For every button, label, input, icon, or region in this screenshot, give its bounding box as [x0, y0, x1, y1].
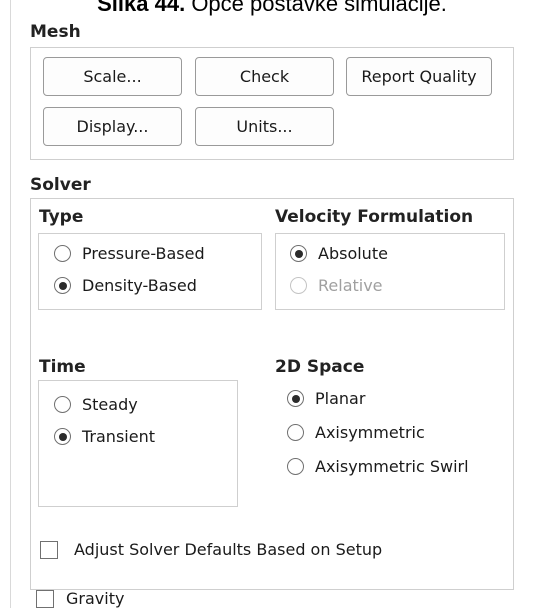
radio-pressure-based[interactable]: Pressure-Based	[54, 244, 205, 263]
radio-axisymmetric-swirl-indicator	[287, 458, 304, 475]
display-button[interactable]: Display...	[43, 107, 182, 146]
radio-transient-label: Transient	[82, 427, 155, 446]
solver-section-title: Solver	[30, 175, 91, 195]
radio-absolute-indicator	[290, 245, 307, 262]
radio-axisymmetric-indicator	[287, 424, 304, 441]
radio-planar-indicator	[287, 390, 304, 407]
mesh-section-title: Mesh	[30, 22, 81, 42]
radio-axisymmetric-swirl[interactable]: Axisymmetric Swirl	[287, 457, 469, 476]
radio-pressure-based-indicator	[54, 245, 71, 262]
radio-relative-indicator	[290, 277, 307, 294]
caption-text: Opće postavke simulacije.	[185, 0, 447, 16]
check-button[interactable]: Check	[195, 57, 334, 96]
radio-planar[interactable]: Planar	[287, 389, 365, 408]
2d-space-title: 2D Space	[275, 357, 365, 377]
radio-axisymmetric[interactable]: Axisymmetric	[287, 423, 425, 442]
report-quality-button[interactable]: Report Quality	[346, 57, 492, 96]
time-group: Steady Transient	[38, 380, 238, 507]
radio-axisymmetric-label: Axisymmetric	[315, 423, 425, 442]
gravity-checkbox[interactable]: Gravity	[36, 589, 124, 608]
caption-number: Slika 44.	[97, 0, 186, 16]
radio-density-based-indicator	[54, 277, 71, 294]
radio-absolute[interactable]: Absolute	[290, 244, 388, 263]
panel-left-border	[10, 0, 11, 608]
velocity-formulation-title: Velocity Formulation	[275, 207, 474, 227]
gravity-box	[36, 589, 54, 608]
radio-steady-indicator	[54, 396, 71, 413]
scale-button[interactable]: Scale...	[43, 57, 182, 96]
radio-planar-label: Planar	[315, 389, 366, 408]
gravity-label: Gravity	[66, 589, 125, 608]
radio-density-based[interactable]: Density-Based	[54, 276, 197, 295]
radio-pressure-based-label: Pressure-Based	[82, 244, 205, 263]
type-title: Type	[39, 207, 84, 227]
radio-transient-indicator	[54, 428, 71, 445]
type-group: Pressure-Based Density-Based	[38, 233, 262, 310]
radio-axisymmetric-swirl-label: Axisymmetric Swirl	[315, 457, 469, 476]
radio-relative[interactable]: Relative	[290, 276, 383, 295]
radio-density-based-label: Density-Based	[82, 276, 197, 295]
adjust-solver-defaults-box	[40, 540, 58, 559]
units-button[interactable]: Units...	[195, 107, 334, 146]
mesh-group: Scale... Check Report Quality Display...…	[30, 47, 514, 160]
figure-caption: Slika 44. Opće postavke simulacije.	[0, 0, 544, 17]
velocity-formulation-group: Absolute Relative	[275, 233, 505, 310]
time-title: Time	[39, 357, 86, 377]
radio-relative-label: Relative	[318, 276, 383, 295]
adjust-solver-defaults-checkbox[interactable]: Adjust Solver Defaults Based on Setup	[40, 540, 382, 559]
adjust-solver-defaults-label: Adjust Solver Defaults Based on Setup	[74, 540, 383, 559]
radio-steady[interactable]: Steady	[54, 395, 138, 414]
radio-absolute-label: Absolute	[318, 244, 388, 263]
solver-group: Type Pressure-Based Density-Based Veloci…	[30, 198, 514, 590]
radio-transient[interactable]: Transient	[54, 427, 155, 446]
radio-steady-label: Steady	[82, 395, 138, 414]
